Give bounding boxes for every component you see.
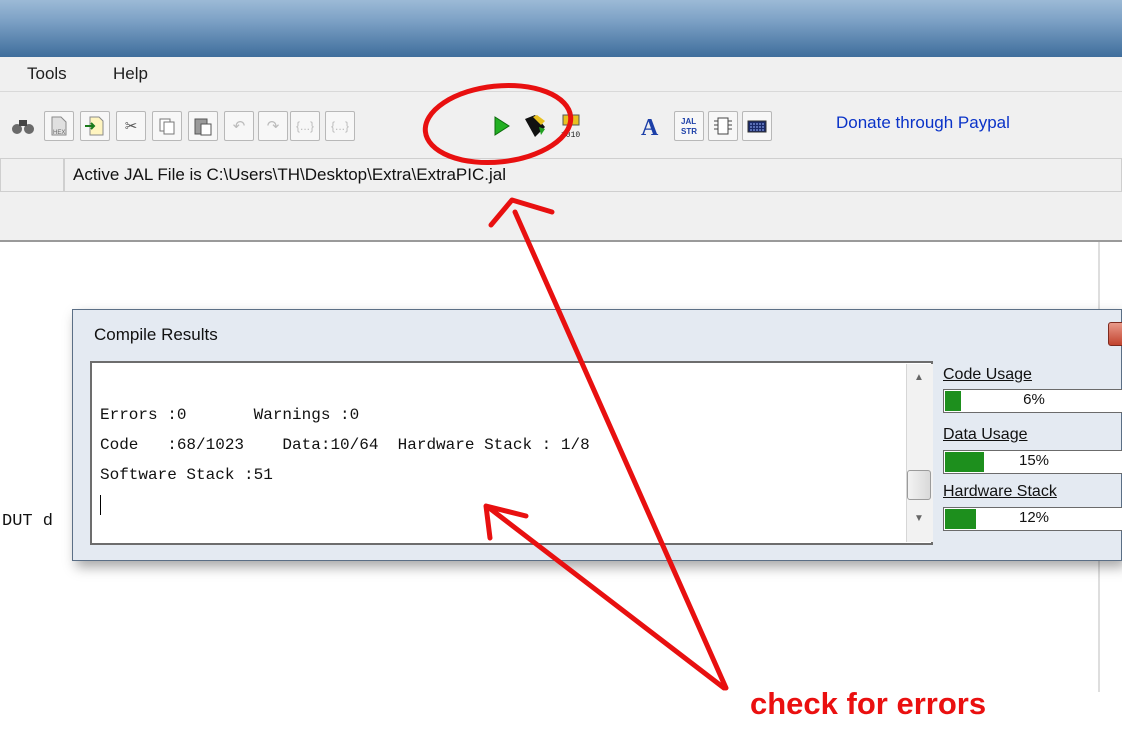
- font-a-icon[interactable]: A: [636, 111, 666, 141]
- undo-icon[interactable]: ↶: [224, 111, 254, 141]
- scroll-thumb[interactable]: [907, 470, 931, 500]
- svg-text:JAL: JAL: [681, 117, 696, 126]
- menu-bar: Tools Help: [0, 57, 1122, 92]
- keyboard-icon[interactable]: [742, 111, 772, 141]
- menu-help[interactable]: Help: [113, 64, 148, 84]
- hardware-stack-meter: 12%: [943, 507, 1122, 531]
- close-icon[interactable]: [1108, 322, 1122, 346]
- import-icon[interactable]: [80, 111, 110, 141]
- dialog-title: Compile Results: [94, 325, 218, 344]
- svg-text:STR: STR: [681, 127, 697, 136]
- svg-text:HEX: HEX: [53, 130, 65, 136]
- svg-text:1010: 1010: [561, 131, 580, 139]
- chip-config-icon[interactable]: [708, 111, 738, 141]
- cut-icon[interactable]: ✂: [116, 111, 146, 141]
- compile-icon[interactable]: [486, 111, 516, 141]
- data-usage-meter: 15%: [943, 450, 1122, 474]
- status-cell: [0, 158, 64, 192]
- annotation-text: check for errors: [750, 686, 987, 721]
- svg-text:A: A: [641, 115, 659, 139]
- program-chip-icon[interactable]: [520, 111, 550, 141]
- chip-io-icon[interactable]: 1010: [556, 111, 586, 141]
- text-caret: [100, 495, 101, 515]
- output-line: Errors :0 Warnings :0: [100, 406, 360, 424]
- code-usage-meter: 6%: [943, 389, 1122, 413]
- meter-value: 6%: [1023, 391, 1045, 408]
- braces-icon[interactable]: {...}: [290, 111, 320, 141]
- copy-icon[interactable]: [152, 111, 182, 141]
- scroll-down-arrow-icon[interactable]: ▼: [906, 513, 932, 524]
- donate-link[interactable]: Donate through Paypal: [836, 113, 1010, 133]
- code-usage-label: Code Usage: [943, 366, 1032, 383]
- menu-tools[interactable]: Tools: [27, 64, 67, 84]
- secondary-toolbar: [0, 196, 1122, 242]
- output-line: Code :68/1023 Data:10/64 Hardware Stack …: [100, 436, 590, 454]
- active-file-status: Active JAL File is C:\Users\TH\Desktop\E…: [73, 165, 506, 184]
- redo-icon[interactable]: ↷: [258, 111, 288, 141]
- meter-value: 12%: [1018, 509, 1050, 526]
- code-fragment: DUT d: [2, 512, 54, 531]
- data-usage-label: Data Usage: [943, 426, 1028, 443]
- hex-file-icon[interactable]: HEX: [44, 111, 74, 141]
- scroll-up-arrow-icon[interactable]: ▲: [906, 372, 932, 383]
- hardware-stack-label: Hardware Stack: [943, 483, 1057, 500]
- output-line: Software Stack :51: [100, 466, 273, 484]
- braces-icon[interactable]: {...}: [325, 111, 355, 141]
- binoculars-icon[interactable]: [8, 111, 38, 141]
- paste-icon[interactable]: [188, 111, 218, 141]
- window-title-bar: [0, 0, 1122, 57]
- jal-str-icon[interactable]: JAL STR: [674, 111, 704, 141]
- meter-value: 15%: [1018, 452, 1050, 469]
